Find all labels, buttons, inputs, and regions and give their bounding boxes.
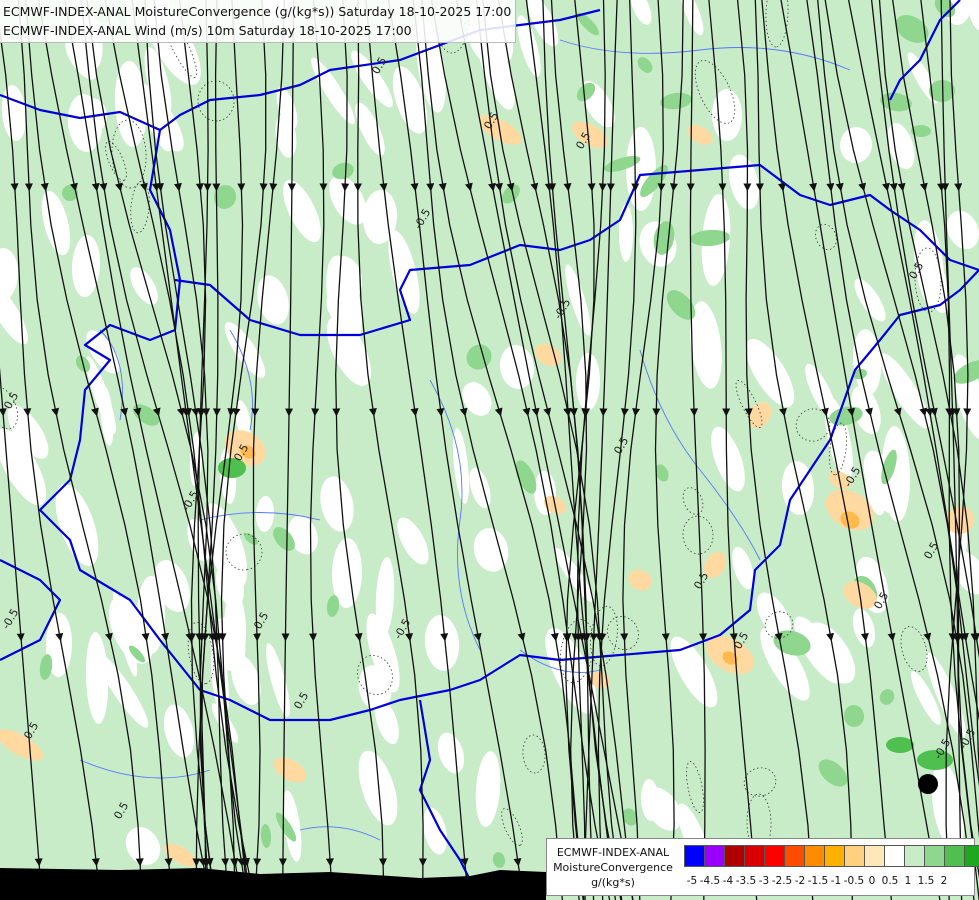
legend-label: ECMWF-INDEX-ANAL MoistureConvergence g/(…	[547, 845, 679, 890]
legend-swatch	[824, 845, 845, 867]
legend-swatch	[944, 845, 965, 867]
map-canvas: 0.50.50.50.5-0.5-0.50.50.50.50.5-0.50.5-…	[0, 0, 979, 900]
legend-tick: 1.5	[917, 875, 935, 887]
legend-tick: 0	[868, 875, 876, 887]
legend-tick: -1.5	[807, 875, 829, 887]
legend-swatch	[724, 845, 745, 867]
title-line-2: ECMWF-INDEX-ANAL Wind (m/s) 10m Saturday…	[3, 23, 412, 38]
legend-tick: -0.5	[843, 875, 865, 887]
legend-swatch	[704, 845, 725, 867]
legend-parameter: MoistureConvergence	[553, 861, 673, 874]
legend-swatch	[964, 845, 979, 867]
legend-swatch	[684, 845, 705, 867]
legend-swatch	[784, 845, 805, 867]
legend-tick: -1	[830, 875, 842, 887]
legend-swatch	[884, 845, 905, 867]
legend-tick: -4.5	[699, 875, 721, 887]
legend-tick: 2	[940, 875, 948, 887]
legend-tick: -5	[686, 875, 698, 887]
legend-tick: 0.5	[881, 875, 899, 887]
legend-tick: 1	[904, 875, 912, 887]
weather-map: 0.5 0.5 0.5 0.5 -0.5 -0.5 0.5 0.5 0.5 0.5 -0.5 0.5-…	[0, 0, 979, 900]
legend-unit: g/(kg*s)	[591, 876, 635, 889]
color-legend: ECMWF-INDEX-ANAL MoistureConvergence g/(…	[546, 838, 979, 896]
legend-tick: -3.5	[735, 875, 757, 887]
legend-swatch	[804, 845, 825, 867]
legend-tick: -3	[758, 875, 770, 887]
legend-swatch	[924, 845, 945, 867]
legend-tick: -2	[794, 875, 806, 887]
legend-swatch	[904, 845, 925, 867]
field-patch	[886, 737, 914, 753]
legend-swatch	[844, 845, 865, 867]
title-line-1: ECMWF-INDEX-ANAL MoistureConvergence (g/…	[3, 4, 512, 19]
legend-swatch	[764, 845, 785, 867]
strong-convergence-spot	[918, 774, 938, 794]
field-patch	[619, 204, 633, 262]
legend-tick: -2.5	[771, 875, 793, 887]
legend-swatch	[744, 845, 765, 867]
legend-model: ECMWF-INDEX-ANAL	[556, 846, 670, 859]
legend-tick: -4	[722, 875, 734, 887]
legend-swatch	[864, 845, 885, 867]
map-title-box: ECMWF-INDEX-ANAL MoistureConvergence (g/…	[0, 0, 517, 43]
legend-swatches	[684, 845, 979, 867]
